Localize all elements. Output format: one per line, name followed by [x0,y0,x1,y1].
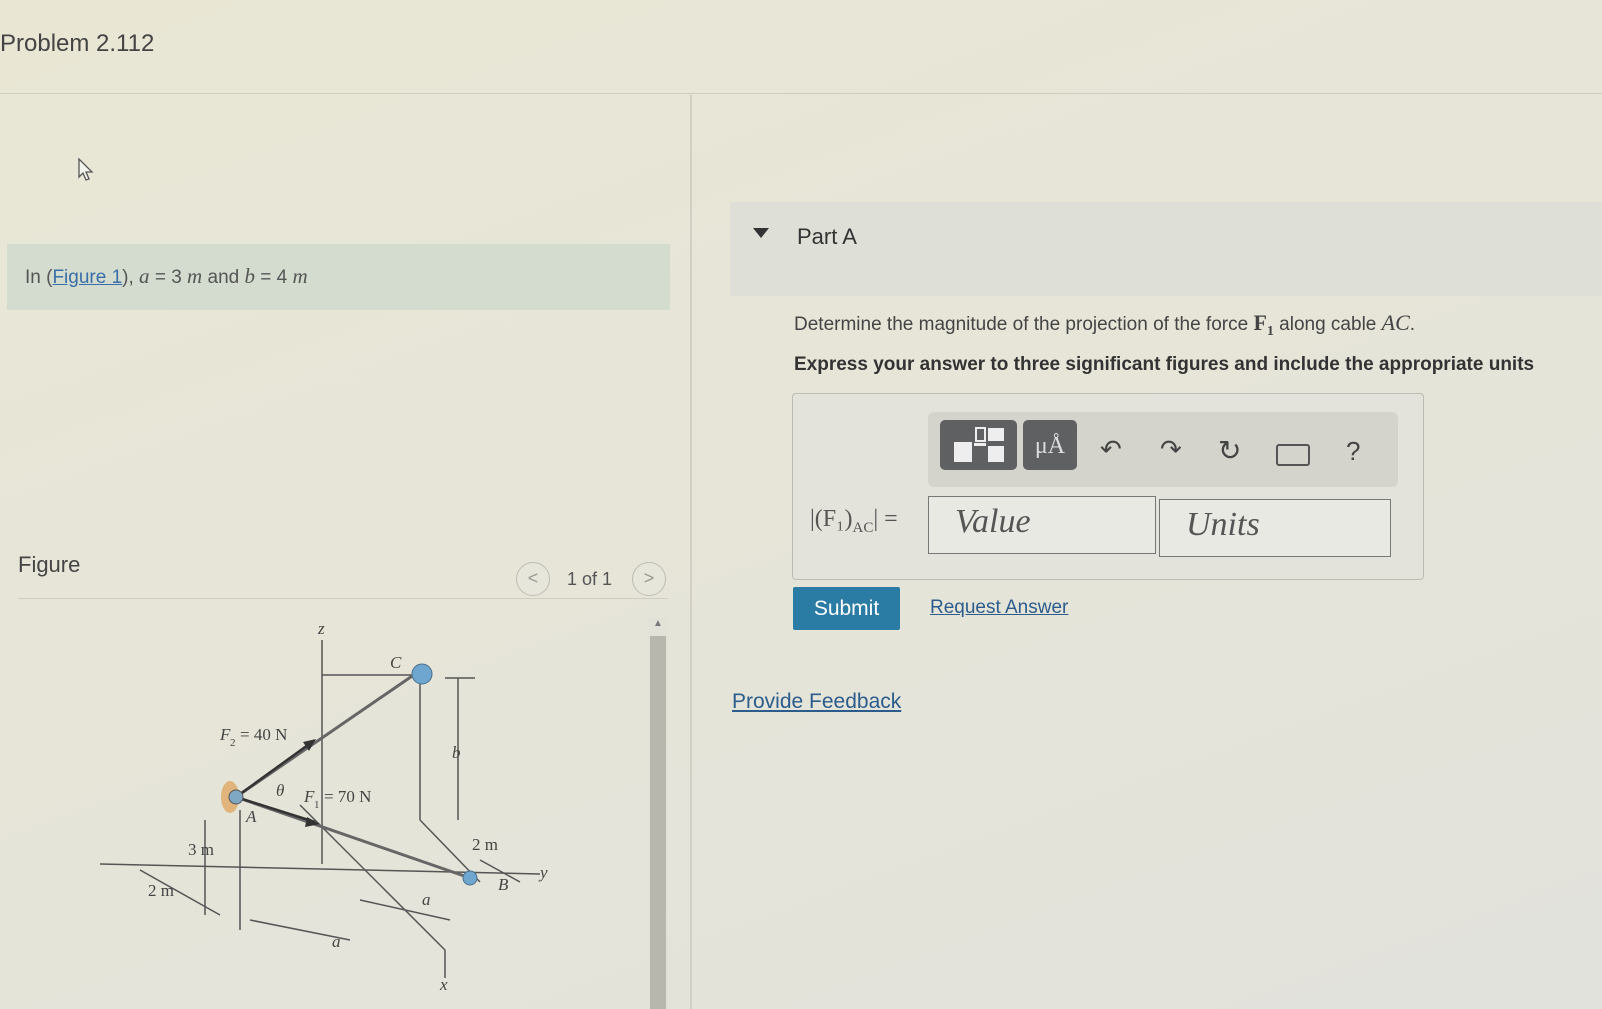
templates-icon [954,427,1004,462]
redo-icon[interactable]: ↷ [1160,434,1182,465]
force-diagram: z C F 2 = 40 N θ F 1 = 70 N A b 3 m 2 m … [100,620,548,994]
keyboard-icon[interactable] [1276,444,1310,466]
intro-sep: ), [122,267,140,288]
collapse-caret-icon[interactable] [753,228,769,238]
answer-label-end: | = [873,506,898,532]
value-input[interactable]: Value [928,496,1156,554]
instruction-text: Express your answer to three significant… [794,354,1535,375]
undo-icon[interactable]: ↶ [1100,434,1122,465]
mouse-cursor-icon [78,158,94,181]
label-f1-sub: 1 [314,799,320,811]
label-y: y [538,863,548,882]
templates-button[interactable] [940,420,1017,470]
question-mid: along cable [1273,314,1382,335]
figure-link[interactable]: Figure 1 [52,267,122,288]
unit-a: m [187,264,203,288]
column-divider [690,95,692,1009]
a-dim-line-2 [359,899,451,921]
provide-feedback-link[interactable]: Provide Feedback [732,690,901,714]
submit-button[interactable]: Submit [793,587,900,630]
question-end: . [1409,314,1416,335]
f2-arrow [235,740,313,799]
answer-label-main: |(F₁) [810,506,853,532]
part-a-title: Part A [797,224,857,249]
next-figure-button[interactable]: > [632,562,666,596]
figure-heading: Figure [18,552,81,577]
label-f2-sub: 2 [230,737,236,749]
label-f1-value: = 70 N [324,787,371,806]
point-b-joint [462,870,478,886]
answer-label: |(F₁)AC| = [810,506,898,537]
label-3m: 3 m [188,840,214,859]
label-theta: θ [276,781,284,800]
request-answer-link[interactable]: Request Answer [930,597,1068,619]
label-b: b [452,743,461,762]
intro-text: In (Figure 1), a = 3 m and b = 4 m [25,264,308,289]
label-B: B [498,875,509,894]
label-c: C [390,653,402,672]
reset-icon[interactable]: ↻ [1218,434,1241,467]
header-divider [0,93,1602,94]
var-a: a [139,264,150,288]
intro-prefix: In ( [25,267,53,288]
problem-title: Problem 2.112 [0,30,155,57]
eq-a: = 3 [149,267,188,288]
question-prefix: Determine the magnitude of the projectio… [794,314,1254,335]
label-2m-left: 2 m [148,881,174,900]
question-force-sub: 1 [1266,323,1274,339]
scrollbar-thumb[interactable] [650,636,666,1009]
label-a-dim-2: a [332,932,341,951]
label-2m-right: 2 m [472,835,498,854]
question-force: F [1253,310,1267,335]
label-f2-value: = 40 N [240,725,287,744]
point-a-joint [228,789,244,805]
help-icon[interactable]: ? [1346,436,1360,467]
label-x: x [439,975,448,994]
intro-and: and [202,267,245,288]
unit-b: m [292,264,308,288]
figure-divider [18,598,668,599]
question-text: Determine the magnitude of the projectio… [794,310,1415,340]
point-c-joint [411,663,433,685]
figure-pager-text: 1 of 1 [567,569,613,589]
scroll-up-icon[interactable]: ▲ [650,618,666,632]
units-input[interactable]: Units [1159,499,1391,557]
part-a-header[interactable] [730,202,1602,296]
answer-label-sub: AC [852,519,874,536]
label-a-dim-1: a [422,890,431,909]
question-cable: AC [1381,310,1410,335]
label-a: A [245,807,257,826]
symbols-button[interactable]: μÅ [1023,420,1077,470]
prev-figure-button[interactable]: < [516,562,550,596]
eq-b: = 4 [254,267,293,288]
var-b: b [244,264,255,288]
label-z: z [317,620,325,638]
